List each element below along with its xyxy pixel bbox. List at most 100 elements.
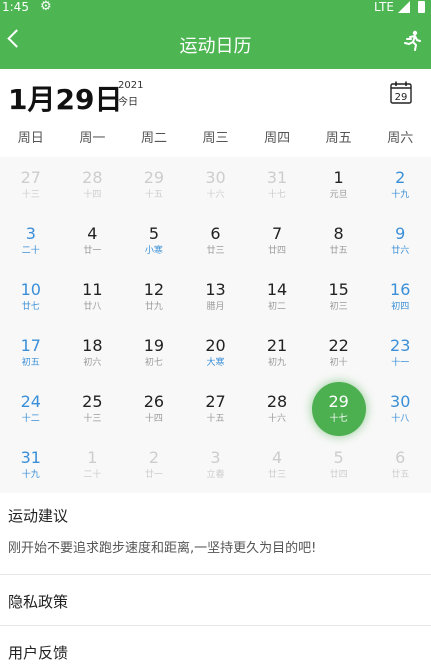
day-cell[interactable]: 4 廿一 (62, 213, 124, 269)
day-cell[interactable]: 10 廿七 (0, 269, 62, 325)
status-bar: 1:45 ⚙ LTE (0, 0, 431, 18)
day-cell[interactable]: 5 小寒 (123, 213, 185, 269)
today-button[interactable]: 今日 (118, 93, 138, 108)
lunar-date: 十九 (391, 190, 410, 200)
day-cell[interactable]: 23 十一 (369, 325, 431, 381)
day-cell[interactable]: 16 初四 (369, 269, 431, 325)
day-cell[interactable]: 27 十三 (0, 157, 62, 213)
lunar-date: 初四 (391, 302, 410, 312)
day-cell[interactable]: 30 十八 (369, 381, 431, 437)
day-number: 14 (266, 280, 288, 299)
lunar-date: 初三 (329, 302, 348, 312)
day-number: 31 (266, 168, 288, 187)
day-cell[interactable]: 31 十七 (246, 157, 308, 213)
weekday-header: 周日 周一 周二 周三 周四 周五 周六 (0, 124, 431, 154)
lunar-date: 初七 (144, 358, 163, 368)
user-feedback-item[interactable]: 用户反馈 (8, 642, 68, 663)
lunar-date: 二十 (21, 246, 40, 256)
lunar-date: 二十 (83, 470, 102, 480)
lunar-date: 腊月 (206, 302, 225, 312)
day-cell[interactable]: 14 初二 (246, 269, 308, 325)
day-cell-selected[interactable]: 29 十七 (308, 381, 370, 437)
lunar-date: 初五 (21, 358, 40, 368)
day-cell[interactable]: 24 十二 (0, 381, 62, 437)
weekday-label: 周四 (264, 131, 291, 146)
day-cell[interactable]: 18 初六 (62, 325, 124, 381)
weekday-label: 周二 (140, 131, 167, 146)
day-number: 9 (395, 224, 406, 243)
day-cell[interactable]: 2 十九 (369, 157, 431, 213)
day-number: 2 (395, 168, 406, 187)
lunar-date: 廿四 (268, 246, 287, 256)
privacy-policy-item[interactable]: 隐私政策 (8, 591, 68, 612)
day-cell[interactable]: 3 二十 (0, 213, 62, 269)
day-number: 10 (20, 280, 41, 299)
day-cell[interactable]: 2 廿一 (123, 437, 185, 493)
lunar-date: 初六 (83, 358, 102, 368)
lunar-date: 十九 (21, 470, 40, 480)
weekday-label: 周六 (387, 131, 414, 146)
lunar-date: 十五 (206, 414, 225, 424)
signal-icon (398, 1, 410, 13)
day-number: 5 (148, 224, 160, 243)
divider (0, 574, 431, 575)
day-cell[interactable]: 20 大寒 (185, 325, 247, 381)
day-number: 8 (333, 224, 344, 243)
day-cell[interactable]: 5 廿四 (308, 437, 370, 493)
day-number: 12 (143, 280, 165, 299)
day-cell[interactable]: 30 十六 (185, 157, 247, 213)
day-cell[interactable]: 13 腊月 (185, 269, 247, 325)
battery-icon (418, 1, 425, 13)
lunar-date: 大寒 (206, 358, 225, 368)
day-cell[interactable]: 28 十六 (246, 381, 308, 437)
day-number: 17 (20, 336, 41, 355)
lunar-date: 廿一 (83, 246, 102, 256)
day-cell[interactable]: 11 廿八 (62, 269, 124, 325)
day-cell[interactable]: 7 廿四 (246, 213, 308, 269)
lunar-date: 十二 (21, 414, 40, 424)
year-label: 2021 (118, 80, 144, 91)
day-cell[interactable]: 6 廿五 (369, 437, 431, 493)
lunar-date: 初九 (268, 358, 287, 368)
advice-title: 运动建议 (8, 507, 69, 525)
day-cell[interactable]: 27 十五 (185, 381, 247, 437)
status-time: 1:45 (2, 0, 29, 14)
lunar-date: 元旦 (329, 190, 348, 200)
day-number: 1 (333, 168, 344, 187)
day-cell[interactable]: 6 廿三 (185, 213, 247, 269)
day-number: 13 (205, 280, 226, 299)
day-cell[interactable]: 31 十九 (0, 437, 62, 493)
lunar-date: 廿八 (83, 302, 102, 312)
day-cell[interactable]: 22 初十 (308, 325, 370, 381)
day-cell[interactable]: 8 廿五 (308, 213, 370, 269)
lunar-date: 十三 (21, 190, 40, 200)
calendar-icon[interactable]: 29 (390, 80, 412, 104)
day-cell[interactable]: 19 初七 (123, 325, 185, 381)
weekday-label: 周五 (325, 131, 352, 146)
page-title: 运动日历 (179, 36, 252, 57)
day-cell[interactable]: 28 十四 (62, 157, 124, 213)
lunar-date: 廿六 (391, 246, 410, 256)
day-cell[interactable]: 21 初九 (246, 325, 308, 381)
weekday-label: 周一 (79, 131, 106, 146)
day-cell[interactable]: 3 立春 (185, 437, 247, 493)
day-cell[interactable]: 29 十五 (123, 157, 185, 213)
lunar-date: 廿三 (206, 246, 225, 256)
day-number: 29 (328, 392, 349, 411)
day-cell[interactable]: 25 十三 (62, 381, 124, 437)
runner-icon[interactable] (403, 30, 421, 52)
day-cell[interactable]: 12 廿九 (123, 269, 185, 325)
day-cell[interactable]: 26 十四 (123, 381, 185, 437)
day-number: 4 (271, 448, 283, 467)
gear-icon: ⚙ (40, 0, 52, 14)
lunar-date: 十三 (83, 414, 102, 424)
day-number: 25 (82, 392, 103, 411)
day-cell[interactable]: 1 二十 (62, 437, 124, 493)
day-cell[interactable]: 15 初三 (308, 269, 370, 325)
lunar-date: 十五 (144, 190, 163, 200)
day-cell[interactable]: 17 初五 (0, 325, 62, 381)
day-cell[interactable]: 9 廿六 (369, 213, 431, 269)
day-cell[interactable]: 1 元旦 (308, 157, 370, 213)
day-cell[interactable]: 4 廿三 (246, 437, 308, 493)
lunar-date: 初十 (329, 358, 348, 368)
